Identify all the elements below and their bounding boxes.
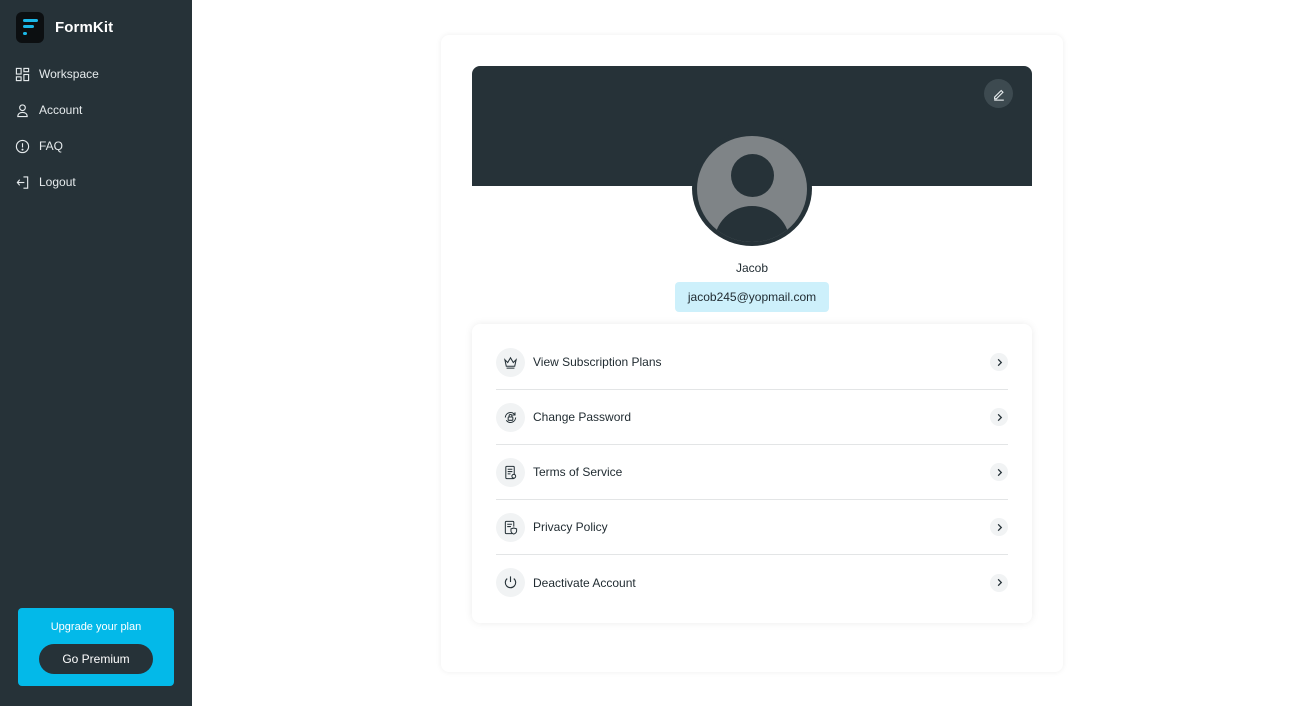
menu-item-label: Change Password xyxy=(533,410,632,424)
profile-card: Jacob jacob245@yopmail.com View Subscrip… xyxy=(441,35,1063,672)
menu-item-terms-of-service[interactable]: Terms of Service xyxy=(496,445,1008,500)
menu-item-deactivate-account[interactable]: Deactivate Account xyxy=(496,555,1008,610)
menu-item-label: View Subscription Plans xyxy=(533,355,662,369)
shield-document-icon xyxy=(504,520,518,535)
user-icon xyxy=(17,103,28,117)
sidebar-item-faq[interactable]: FAQ xyxy=(0,128,192,164)
edit-profile-button[interactable] xyxy=(984,79,1013,108)
formkit-logo-icon xyxy=(16,12,44,43)
upgrade-text: Upgrade your plan xyxy=(50,621,142,633)
avatar-placeholder-icon xyxy=(697,135,807,242)
menu-item-change-password[interactable]: Change Password xyxy=(496,390,1008,445)
grid-icon xyxy=(15,67,30,81)
chevron-right-icon xyxy=(990,463,1008,481)
account-menu: View Subscription Plans Change Password xyxy=(472,324,1032,623)
sidebar-item-account[interactable]: Account xyxy=(0,92,192,128)
chevron-right-icon xyxy=(990,353,1008,371)
sidebar-item-label: Account xyxy=(39,103,83,117)
logout-icon xyxy=(16,175,29,189)
menu-item-label: Deactivate Account xyxy=(533,575,636,590)
upgrade-card: Upgrade your plan Go Premium xyxy=(18,608,174,686)
sidebar: FormKit Workspace Account FAQ Logout Upg… xyxy=(0,0,192,706)
user-email: jacob245@yopmail.com xyxy=(675,282,829,312)
sidebar-item-logout[interactable]: Logout xyxy=(0,164,192,200)
sidebar-item-label: FAQ xyxy=(39,139,64,153)
lock-reset-icon xyxy=(504,411,517,423)
sidebar-item-label: Logout xyxy=(39,175,76,189)
chevron-right-icon xyxy=(990,573,1008,592)
crown-icon xyxy=(504,356,517,369)
help-circle-icon xyxy=(15,139,30,153)
brand[interactable]: FormKit xyxy=(16,12,113,43)
pencil-icon xyxy=(993,89,1004,101)
menu-item-privacy-policy[interactable]: Privacy Policy xyxy=(496,500,1008,555)
go-premium-button[interactable]: Go Premium xyxy=(39,644,153,674)
menu-item-label: Privacy Policy xyxy=(533,520,608,534)
avatar[interactable] xyxy=(692,131,812,246)
sidebar-item-label: Workspace xyxy=(39,67,99,81)
menu-item-label: Terms of Service xyxy=(533,465,623,479)
app-name: FormKit xyxy=(55,19,114,36)
sidebar-nav: Workspace Account FAQ Logout xyxy=(0,56,192,200)
user-name: Jacob xyxy=(735,261,769,275)
document-icon xyxy=(505,465,517,479)
chevron-right-icon xyxy=(990,518,1008,536)
sidebar-item-workspace[interactable]: Workspace xyxy=(0,56,192,92)
power-icon xyxy=(504,576,517,589)
menu-item-subscription-plans[interactable]: View Subscription Plans xyxy=(496,335,1008,390)
chevron-right-icon xyxy=(990,408,1008,426)
